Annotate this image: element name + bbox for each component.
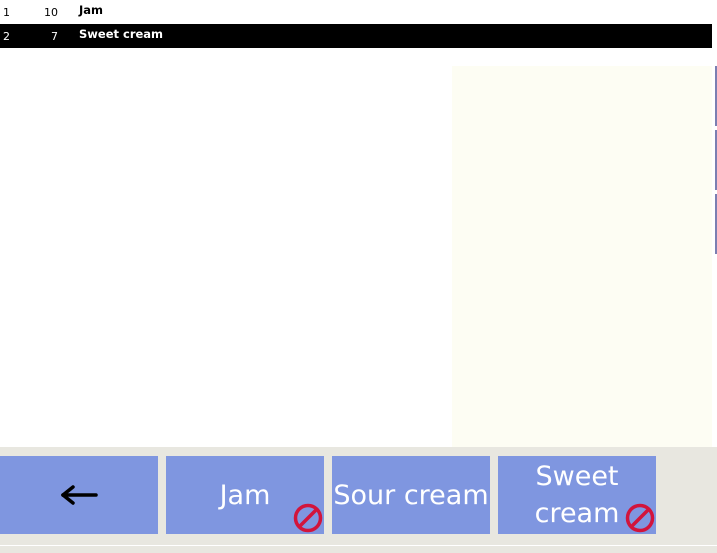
row-item-name: Sweet cream <box>79 27 164 41</box>
no-entry-icon <box>293 503 323 533</box>
order-row-selected[interactable]: 2 7 Sweet cream <box>0 24 712 48</box>
sour-cream-button[interactable]: Sour cream <box>332 456 490 534</box>
back-button[interactable] <box>0 456 158 534</box>
button-bar: Jam Sour cream Sweet cream <box>0 447 717 553</box>
scrollbar[interactable] <box>712 0 717 447</box>
row-number: 2 <box>3 30 10 43</box>
button-label: Sour cream <box>333 479 489 511</box>
order-row[interactable]: 1 10 Jam <box>0 0 712 24</box>
row-quantity: 7 <box>51 30 58 43</box>
row-quantity: 10 <box>44 6 58 19</box>
row-item-name: Jam <box>79 3 104 17</box>
sweet-cream-button[interactable]: Sweet cream <box>498 456 656 534</box>
no-entry-icon <box>625 503 655 533</box>
left-arrow-icon <box>61 485 98 505</box>
row-number: 1 <box>3 6 10 19</box>
divider <box>0 545 717 546</box>
detail-pane <box>452 66 712 447</box>
jam-button[interactable]: Jam <box>166 456 324 534</box>
